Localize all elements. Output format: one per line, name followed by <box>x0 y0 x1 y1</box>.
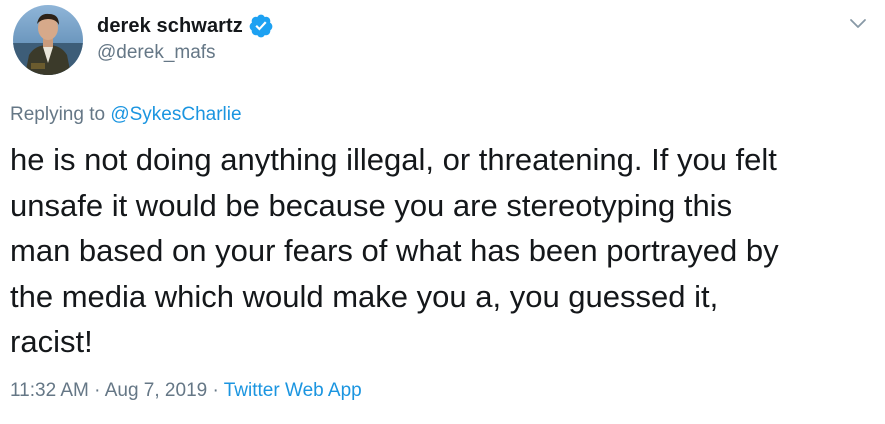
author-handle[interactable]: @derek_mafs <box>97 42 216 64</box>
chevron-down-icon[interactable] <box>844 10 872 38</box>
replying-to-label: Replying to <box>10 104 111 125</box>
tweet-card: derek schwartz @derek_mafs Replying to @… <box>0 0 885 424</box>
verified-badge-icon <box>248 13 274 39</box>
tweet-text: he is not doing anything illegal, or thr… <box>10 142 779 359</box>
display-name[interactable]: derek schwartz <box>97 15 243 38</box>
meta-separator: · <box>88 380 105 401</box>
tweet-date[interactable]: Aug 7, 2019 <box>105 380 207 401</box>
tweet-meta: 11:32 AM · Aug 7, 2019 · Twitter Web App <box>10 380 362 402</box>
tweet-time[interactable]: 11:32 AM <box>10 380 89 401</box>
replying-to: Replying to @SykesCharlie <box>10 104 242 126</box>
author-row: derek schwartz <box>97 8 274 44</box>
avatar-image <box>13 5 83 75</box>
reply-mention-link[interactable]: @SykesCharlie <box>110 104 241 125</box>
tweet-source-link[interactable]: Twitter Web App <box>224 380 362 401</box>
avatar[interactable] <box>13 5 83 75</box>
meta-separator: · <box>207 380 224 401</box>
